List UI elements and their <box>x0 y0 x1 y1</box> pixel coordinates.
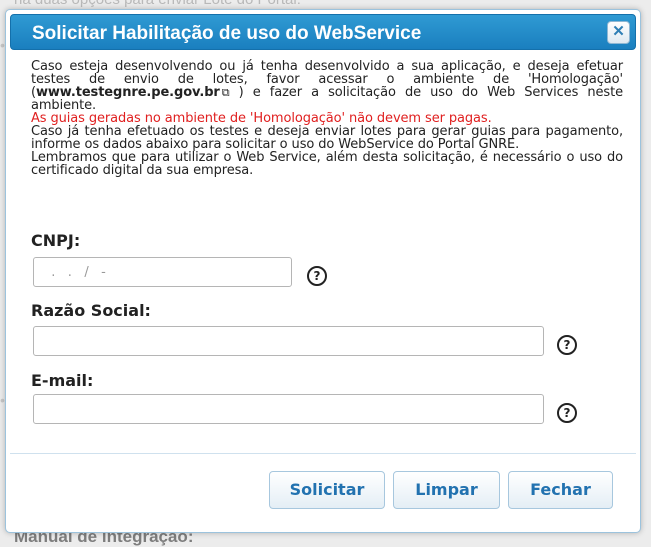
razao-social-label: Razão Social: <box>31 301 151 320</box>
razao-social-input[interactable] <box>33 326 544 356</box>
dialog-titlebar[interactable]: Solicitar Habilitação de uso do WebServi… <box>10 14 636 50</box>
webservice-dialog: Solicitar Habilitação de uso do WebServi… <box>5 9 641 533</box>
razao-social-help-icon[interactable]: ? <box>557 335 577 355</box>
limpar-button[interactable]: Limpar <box>393 471 500 509</box>
close-icon: ✕ <box>612 23 625 40</box>
solicitar-button[interactable]: Solicitar <box>269 471 385 509</box>
close-button[interactable]: ✕ <box>607 21 630 44</box>
email-input[interactable] <box>33 394 544 424</box>
dialog-info-text: Caso esteja desenvolvendo ou já tenha de… <box>31 60 623 177</box>
cnpj-input[interactable] <box>33 257 292 287</box>
email-help-icon[interactable]: ? <box>557 403 577 423</box>
info-paragraph-certificado: Lembramos que para utilizar o Web Servic… <box>31 150 623 178</box>
background-intro-text: na duas opções para enviar Lote do Porta… <box>14 0 301 8</box>
email-label: E-mail: <box>31 371 94 390</box>
fechar-button[interactable]: Fechar <box>508 471 613 509</box>
dialog-divider <box>10 453 636 454</box>
info-paragraph-homologacao: Caso esteja desenvolvendo ou já tenha de… <box>31 60 623 112</box>
dialog-title: Solicitar Habilitação de uso do WebServi… <box>32 23 422 44</box>
info-paragraph-producao: Caso já tenha efetuado os testes e desej… <box>31 124 623 152</box>
cnpj-help-icon[interactable]: ? <box>307 266 327 286</box>
cnpj-label: CNPJ: <box>31 231 81 250</box>
